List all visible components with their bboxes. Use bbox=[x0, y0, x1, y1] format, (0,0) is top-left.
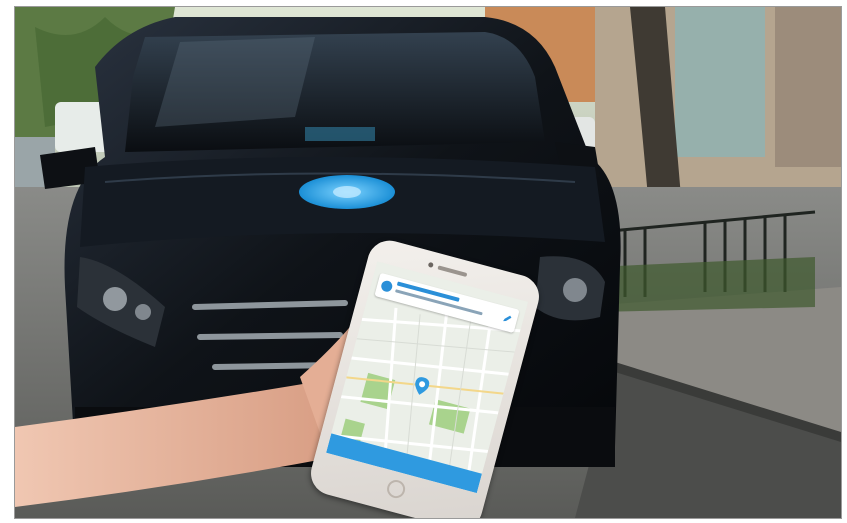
front-camera bbox=[427, 261, 434, 268]
pencil-icon[interactable] bbox=[502, 313, 513, 324]
home-button[interactable] bbox=[385, 478, 408, 501]
building-column bbox=[775, 7, 841, 167]
windshield-reflection bbox=[155, 37, 315, 127]
location-pin-icon bbox=[380, 279, 394, 293]
building-window bbox=[675, 7, 765, 157]
phone-speaker bbox=[437, 265, 468, 278]
dashboard-sign bbox=[305, 127, 375, 141]
photo-frame bbox=[14, 6, 842, 519]
